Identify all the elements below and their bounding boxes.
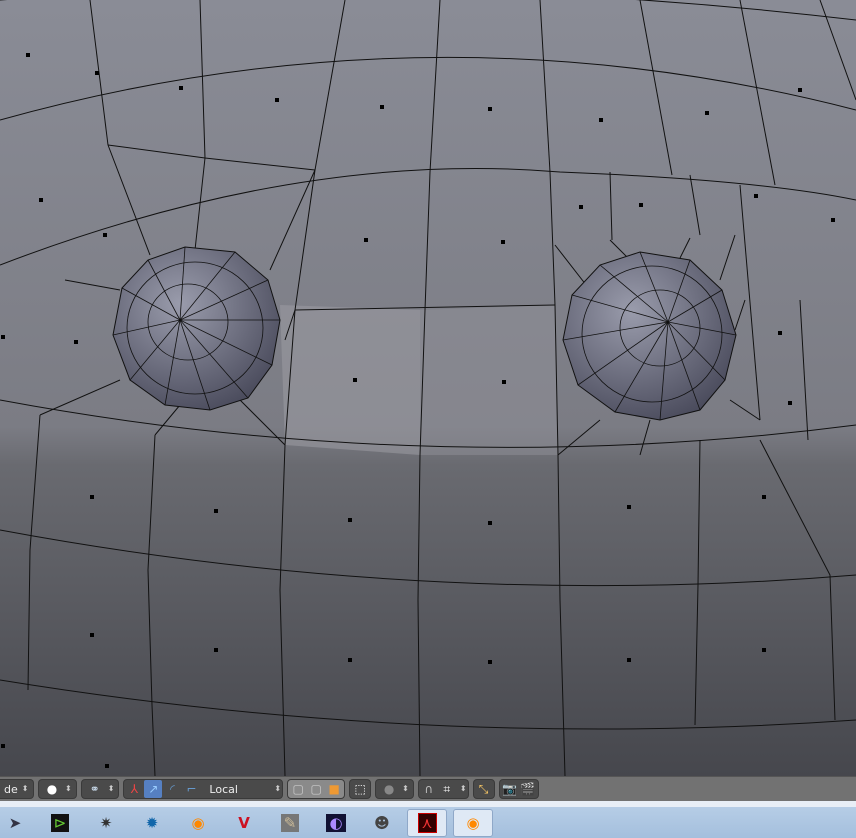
- shading-select[interactable]: ● ⬍: [38, 779, 77, 799]
- face-center-dot: [579, 205, 583, 209]
- face-center-dot: [90, 633, 94, 637]
- face-center-dot: [90, 495, 94, 499]
- acrobat-icon: ⋏: [417, 813, 437, 833]
- snap-element-icon[interactable]: ⌗: [438, 780, 456, 798]
- edge-select-icon[interactable]: ▢: [307, 780, 325, 798]
- taskbar-app-inkscape[interactable]: ✎: [270, 809, 310, 837]
- face-center-dot: [705, 111, 709, 115]
- vivaldi-icon: V: [238, 814, 250, 832]
- pivot-select[interactable]: ⚭ ⬍: [80, 779, 120, 799]
- snap-group: ∩ ⌗ ⬍: [417, 779, 469, 799]
- pivot-icon: ⚭: [89, 782, 100, 796]
- taskbar-app-blender[interactable]: ◉: [178, 809, 218, 837]
- face-center-dot: [364, 238, 368, 242]
- taskbar-app-acrobat[interactable]: ⋏: [407, 809, 447, 837]
- face-center-dot: [348, 518, 352, 522]
- face-center-dot: [95, 71, 99, 75]
- face-center-dot: [214, 509, 218, 513]
- taskbar-app-blender-active[interactable]: ◉: [453, 809, 493, 837]
- face-center-dot: [74, 340, 78, 344]
- face-center-dot: [105, 764, 109, 768]
- face-center-dot: [488, 660, 492, 664]
- taskbar-app-gimp[interactable]: ☻: [362, 809, 402, 837]
- taskbar-app-network[interactable]: ✹: [132, 809, 172, 837]
- viewport-header: de ⬍ ● ⬍ ⚭ ⬍ ⅄ ↗ ◜ ⌐ Local ⬍ ▢ ▢ ■ ⬚ ● ⬍ ∩ ⌗ ⬍…: [0, 776, 856, 801]
- face-center-dot: [39, 198, 43, 202]
- network-icon: ✹: [145, 814, 159, 832]
- face-center-dot: [778, 331, 782, 335]
- face-center-dot: [501, 240, 505, 244]
- render-animation-icon[interactable]: 🎬: [519, 780, 537, 798]
- face-center-dot: [275, 98, 279, 102]
- blender-icon: ◉: [466, 814, 480, 832]
- taskbar-app-settings[interactable]: ✷: [86, 809, 126, 837]
- taskbar-app-vivaldi[interactable]: V: [224, 809, 264, 837]
- updown-icon: ⬍: [274, 784, 282, 793]
- inkscape-icon: ✎: [280, 814, 300, 832]
- scale-icon[interactable]: ⌐: [182, 780, 200, 798]
- face-center-dot: [762, 495, 766, 499]
- rotate-icon[interactable]: ◜: [163, 780, 181, 798]
- blender-icon: ◉: [191, 814, 205, 832]
- face-center-dot: [1, 744, 5, 748]
- face-center-dot: [380, 105, 384, 109]
- render-camera-icon[interactable]: 📷: [501, 780, 519, 798]
- face-center-dot: [488, 107, 492, 111]
- updown-icon: ⬍: [21, 784, 29, 793]
- stellarium-icon: ◐: [326, 814, 346, 832]
- face-center-dot: [214, 648, 218, 652]
- magnet-icon[interactable]: ∩: [420, 780, 438, 798]
- sphere-left[interactable]: [112, 246, 281, 411]
- 3d-viewport[interactable]: [0, 0, 856, 776]
- settings-icon: ✷: [99, 814, 113, 832]
- updown-icon: ⬍: [107, 784, 115, 793]
- face-center-dot: [179, 86, 183, 90]
- updown-icon: ⬍: [65, 784, 72, 793]
- occlude-geometry-icon: ⬚: [354, 782, 366, 796]
- manipulator-toggle-icon[interactable]: ⅄: [125, 780, 143, 798]
- face-center-dot: [348, 658, 352, 662]
- taskbar-app-file-manager[interactable]: ➤: [0, 809, 35, 837]
- file-manager-icon: ➤: [8, 814, 22, 832]
- taskbar-app-stellarium[interactable]: ◐: [316, 809, 356, 837]
- translate-icon[interactable]: ↗: [144, 780, 163, 798]
- mode-select[interactable]: de ⬍: [0, 779, 34, 799]
- manipulator-group: ⅄ ↗ ◜ ⌐ Local ⬍: [123, 779, 284, 799]
- face-center-dot: [831, 218, 835, 222]
- occlude-toggle[interactable]: ⬚: [349, 779, 372, 799]
- face-center-dot: [788, 401, 792, 405]
- proportional-edit-select[interactable]: ● ⬍: [375, 779, 414, 799]
- face-center-dot: [798, 88, 802, 92]
- face-center-dot: [1, 335, 5, 339]
- updown-icon: ⬍: [459, 784, 467, 793]
- terminal-icon: ⊳: [50, 814, 70, 832]
- render-group: 📷 🎬: [498, 779, 539, 799]
- face-center-dot: [639, 203, 643, 207]
- face-center-dot: [502, 380, 506, 384]
- face-center-dot: [26, 53, 30, 57]
- face-select-icon[interactable]: ■: [325, 780, 343, 798]
- face-center-dot: [762, 648, 766, 652]
- face-center-dot: [627, 505, 631, 509]
- taskbar: ➤ ⊳ ✷ ✹ ◉ V ✎ ◐ ☻ ⋏ ◉: [0, 807, 856, 838]
- face-center-dot: [599, 118, 603, 122]
- face-center-dot: [353, 378, 357, 382]
- proportional-icon: ●: [383, 782, 395, 796]
- vertex-select-icon[interactable]: ▢: [289, 780, 307, 798]
- orientation-select[interactable]: Local: [209, 783, 269, 796]
- gimp-icon: ☻: [374, 814, 390, 832]
- face-center-dot: [103, 233, 107, 237]
- updown-icon: ⬍: [402, 784, 409, 793]
- face-center-dot: [488, 521, 492, 525]
- face-center-dot: [754, 194, 758, 198]
- face-center-dot: [627, 658, 631, 662]
- snap-target-icon: ⤡: [478, 781, 489, 796]
- select-mode-group: ▢ ▢ ■: [287, 779, 346, 799]
- snap-target-button[interactable]: ⤡: [472, 779, 495, 799]
- solid-sphere-icon: ●: [46, 782, 58, 796]
- taskbar-app-terminal[interactable]: ⊳: [40, 809, 80, 837]
